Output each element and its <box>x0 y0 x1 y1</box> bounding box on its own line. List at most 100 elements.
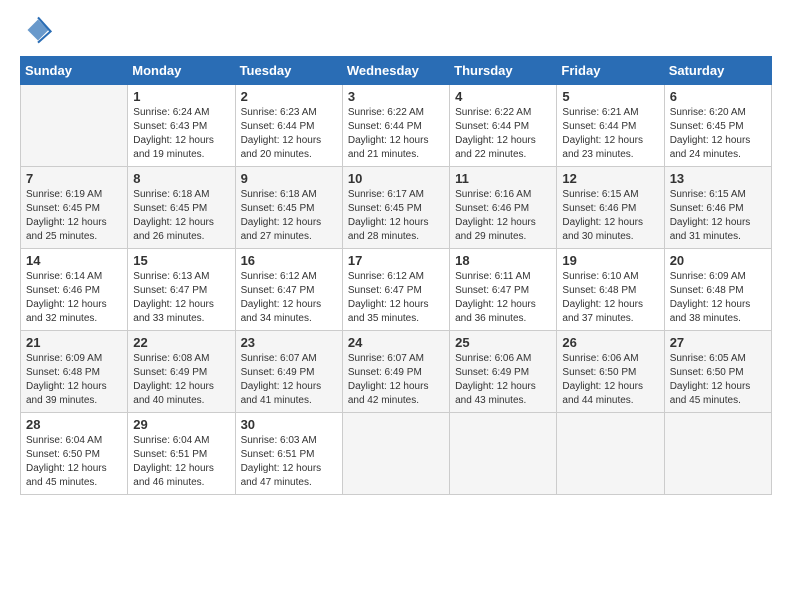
header-wednesday: Wednesday <box>342 57 449 85</box>
day-number: 12 <box>562 171 658 186</box>
calendar-cell: 13 Sunrise: 6:15 AM Sunset: 6:46 PM Dayli… <box>664 167 771 249</box>
day-info: Sunrise: 6:15 AM Sunset: 6:46 PM Dayligh… <box>670 188 766 244</box>
day-info: Sunrise: 6:11 AM Sunset: 6:47 PM Dayligh… <box>455 270 551 326</box>
day-number: 1 <box>133 89 229 104</box>
week-row-4: 28 Sunrise: 6:04 AM Sunset: 6:50 PM Dayli… <box>21 413 772 495</box>
day-number: 25 <box>455 335 551 350</box>
day-info: Sunrise: 6:09 AM Sunset: 6:48 PM Dayligh… <box>26 352 122 408</box>
header <box>20 16 772 44</box>
calendar-cell: 9 Sunrise: 6:18 AM Sunset: 6:45 PM Daylig… <box>235 167 342 249</box>
day-info: Sunrise: 6:04 AM Sunset: 6:50 PM Dayligh… <box>26 434 122 490</box>
header-saturday: Saturday <box>664 57 771 85</box>
day-number: 19 <box>562 253 658 268</box>
calendar-cell: 25 Sunrise: 6:06 AM Sunset: 6:49 PM Dayli… <box>450 331 557 413</box>
day-number: 22 <box>133 335 229 350</box>
week-row-0: 1 Sunrise: 6:24 AM Sunset: 6:43 PM Daylig… <box>21 85 772 167</box>
day-info: Sunrise: 6:07 AM Sunset: 6:49 PM Dayligh… <box>241 352 337 408</box>
day-info: Sunrise: 6:17 AM Sunset: 6:45 PM Dayligh… <box>348 188 444 244</box>
week-row-3: 21 Sunrise: 6:09 AM Sunset: 6:48 PM Dayli… <box>21 331 772 413</box>
calendar-cell <box>450 413 557 495</box>
day-number: 7 <box>26 171 122 186</box>
day-info: Sunrise: 6:21 AM Sunset: 6:44 PM Dayligh… <box>562 106 658 162</box>
calendar-cell: 26 Sunrise: 6:06 AM Sunset: 6:50 PM Dayli… <box>557 331 664 413</box>
day-number: 11 <box>455 171 551 186</box>
header-tuesday: Tuesday <box>235 57 342 85</box>
day-number: 28 <box>26 417 122 432</box>
day-info: Sunrise: 6:19 AM Sunset: 6:45 PM Dayligh… <box>26 188 122 244</box>
calendar-cell: 15 Sunrise: 6:13 AM Sunset: 6:47 PM Dayli… <box>128 249 235 331</box>
calendar-cell: 28 Sunrise: 6:04 AM Sunset: 6:50 PM Dayli… <box>21 413 128 495</box>
calendar-cell: 4 Sunrise: 6:22 AM Sunset: 6:44 PM Daylig… <box>450 85 557 167</box>
day-number: 14 <box>26 253 122 268</box>
day-number: 15 <box>133 253 229 268</box>
calendar-cell: 23 Sunrise: 6:07 AM Sunset: 6:49 PM Dayli… <box>235 331 342 413</box>
day-number: 4 <box>455 89 551 104</box>
day-info: Sunrise: 6:14 AM Sunset: 6:46 PM Dayligh… <box>26 270 122 326</box>
calendar-cell: 5Sunrise: 6:21 AM Sunset: 6:44 PM Daylig… <box>557 85 664 167</box>
calendar-table: SundayMondayTuesdayWednesdayThursdayFrid… <box>20 56 772 495</box>
calendar-cell: 17 Sunrise: 6:12 AM Sunset: 6:47 PM Dayli… <box>342 249 449 331</box>
day-info: Sunrise: 6:06 AM Sunset: 6:49 PM Dayligh… <box>455 352 551 408</box>
week-row-1: 7 Sunrise: 6:19 AM Sunset: 6:45 PM Daylig… <box>21 167 772 249</box>
calendar-cell: 11 Sunrise: 6:16 AM Sunset: 6:46 PM Dayli… <box>450 167 557 249</box>
day-info: Sunrise: 6:24 AM Sunset: 6:43 PM Dayligh… <box>133 106 229 162</box>
calendar-cell: 7 Sunrise: 6:19 AM Sunset: 6:45 PM Daylig… <box>21 167 128 249</box>
day-number: 13 <box>670 171 766 186</box>
logo <box>20 16 52 44</box>
day-number: 8 <box>133 171 229 186</box>
day-info: Sunrise: 6:05 AM Sunset: 6:50 PM Dayligh… <box>670 352 766 408</box>
day-number: 27 <box>670 335 766 350</box>
calendar-cell: 14 Sunrise: 6:14 AM Sunset: 6:46 PM Dayli… <box>21 249 128 331</box>
day-info: Sunrise: 6:09 AM Sunset: 6:48 PM Dayligh… <box>670 270 766 326</box>
day-number: 20 <box>670 253 766 268</box>
day-number: 6 <box>670 89 766 104</box>
calendar-cell: 1 Sunrise: 6:24 AM Sunset: 6:43 PM Daylig… <box>128 85 235 167</box>
day-number: 29 <box>133 417 229 432</box>
header-monday: Monday <box>128 57 235 85</box>
day-info: Sunrise: 6:15 AM Sunset: 6:46 PM Dayligh… <box>562 188 658 244</box>
calendar-cell: 10Sunrise: 6:17 AM Sunset: 6:45 PM Dayli… <box>342 167 449 249</box>
calendar-cell <box>21 85 128 167</box>
header-friday: Friday <box>557 57 664 85</box>
day-info: Sunrise: 6:20 AM Sunset: 6:45 PM Dayligh… <box>670 106 766 162</box>
calendar-cell: 6 Sunrise: 6:20 AM Sunset: 6:45 PM Daylig… <box>664 85 771 167</box>
day-info: Sunrise: 6:18 AM Sunset: 6:45 PM Dayligh… <box>241 188 337 244</box>
logo-icon <box>24 16 52 44</box>
day-number: 2 <box>241 89 337 104</box>
day-info: Sunrise: 6:08 AM Sunset: 6:49 PM Dayligh… <box>133 352 229 408</box>
day-number: 26 <box>562 335 658 350</box>
header-thursday: Thursday <box>450 57 557 85</box>
calendar-cell: 20 Sunrise: 6:09 AM Sunset: 6:48 PM Dayli… <box>664 249 771 331</box>
day-info: Sunrise: 6:13 AM Sunset: 6:47 PM Dayligh… <box>133 270 229 326</box>
day-info: Sunrise: 6:07 AM Sunset: 6:49 PM Dayligh… <box>348 352 444 408</box>
calendar-cell: 22 Sunrise: 6:08 AM Sunset: 6:49 PM Dayli… <box>128 331 235 413</box>
calendar-cell: 12 Sunrise: 6:15 AM Sunset: 6:46 PM Dayli… <box>557 167 664 249</box>
day-info: Sunrise: 6:22 AM Sunset: 6:44 PM Dayligh… <box>455 106 551 162</box>
calendar-cell <box>664 413 771 495</box>
day-info: Sunrise: 6:18 AM Sunset: 6:45 PM Dayligh… <box>133 188 229 244</box>
calendar-cell: 3 Sunrise: 6:22 AM Sunset: 6:44 PM Daylig… <box>342 85 449 167</box>
day-info: Sunrise: 6:04 AM Sunset: 6:51 PM Dayligh… <box>133 434 229 490</box>
week-row-2: 14 Sunrise: 6:14 AM Sunset: 6:46 PM Dayli… <box>21 249 772 331</box>
calendar-header-row: SundayMondayTuesdayWednesdayThursdayFrid… <box>21 57 772 85</box>
day-info: Sunrise: 6:23 AM Sunset: 6:44 PM Dayligh… <box>241 106 337 162</box>
calendar-cell: 2 Sunrise: 6:23 AM Sunset: 6:44 PM Daylig… <box>235 85 342 167</box>
day-number: 21 <box>26 335 122 350</box>
day-info: Sunrise: 6:12 AM Sunset: 6:47 PM Dayligh… <box>348 270 444 326</box>
day-info: Sunrise: 6:06 AM Sunset: 6:50 PM Dayligh… <box>562 352 658 408</box>
day-info: Sunrise: 6:10 AM Sunset: 6:48 PM Dayligh… <box>562 270 658 326</box>
day-number: 18 <box>455 253 551 268</box>
day-number: 17 <box>348 253 444 268</box>
day-info: Sunrise: 6:12 AM Sunset: 6:47 PM Dayligh… <box>241 270 337 326</box>
day-number: 16 <box>241 253 337 268</box>
header-sunday: Sunday <box>21 57 128 85</box>
calendar-cell: 16 Sunrise: 6:12 AM Sunset: 6:47 PM Dayli… <box>235 249 342 331</box>
day-info: Sunrise: 6:22 AM Sunset: 6:44 PM Dayligh… <box>348 106 444 162</box>
day-number: 3 <box>348 89 444 104</box>
day-info: Sunrise: 6:03 AM Sunset: 6:51 PM Dayligh… <box>241 434 337 490</box>
calendar-cell: 27 Sunrise: 6:05 AM Sunset: 6:50 PM Dayli… <box>664 331 771 413</box>
day-number: 9 <box>241 171 337 186</box>
day-number: 23 <box>241 335 337 350</box>
day-info: Sunrise: 6:16 AM Sunset: 6:46 PM Dayligh… <box>455 188 551 244</box>
calendar-cell: 18 Sunrise: 6:11 AM Sunset: 6:47 PM Dayli… <box>450 249 557 331</box>
